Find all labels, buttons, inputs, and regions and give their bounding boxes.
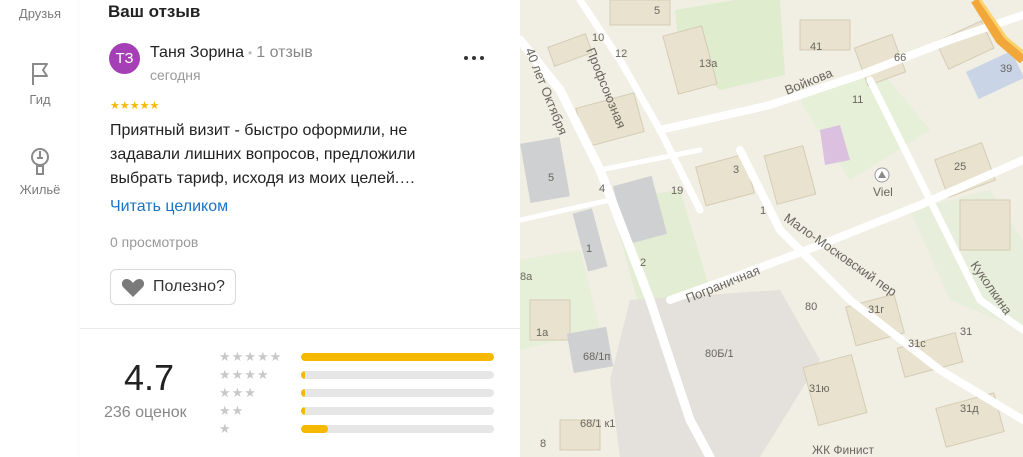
- rating-distribution-row: ★: [219, 421, 499, 439]
- distribution-bar-fill: [301, 371, 305, 379]
- dot-icon: [472, 56, 476, 60]
- rating-distribution-row: ★★: [219, 403, 499, 421]
- map-number-label: 5: [548, 172, 554, 184]
- divider: [80, 328, 520, 329]
- distribution-bar-fill: [301, 353, 494, 361]
- rating-distribution-row: ★★★: [219, 385, 499, 403]
- map-number-label: 12: [615, 48, 627, 60]
- map-number-label: 31: [960, 326, 972, 338]
- author-line: Таня Зорина • 1 отзыв: [150, 44, 313, 62]
- author-name[interactable]: Таня Зорина: [150, 44, 244, 61]
- nav-friends-label: Друзья: [18, 6, 62, 21]
- map-number-label: 25: [954, 161, 966, 173]
- map-number-label: 31д: [960, 403, 979, 415]
- distribution-stars: ★: [219, 421, 232, 436]
- map-number-label: 31ю: [809, 383, 830, 395]
- distribution-stars: ★★: [219, 403, 245, 418]
- review-text: Приятный визит - быстро оформили, не зад…: [110, 119, 490, 191]
- map-number-label: 31с: [908, 338, 926, 350]
- distribution-stars: ★★★★: [219, 367, 270, 382]
- distribution-stars: ★★★★★: [219, 349, 283, 364]
- useful-label: Полезно?: [153, 278, 225, 295]
- review-panel: Ваш отзыв ТЗ Таня Зорина • 1 отзыв сегодня…: [80, 0, 521, 457]
- dot-icon: [464, 56, 468, 60]
- poi-label[interactable]: Viel: [873, 185, 893, 199]
- nav-housing[interactable]: Жильё: [0, 146, 80, 197]
- author-review-count: 1 отзыв: [256, 44, 313, 61]
- separator-dot: •: [248, 46, 253, 60]
- map-number-label: 13а: [699, 58, 718, 70]
- rating-count: 236 оценок: [104, 404, 187, 421]
- left-nav-rail: Друзья Гид Жильё: [0, 0, 81, 457]
- distribution-bar: [301, 407, 494, 415]
- map-number-label: 41: [810, 41, 822, 53]
- map-number-label: 1: [586, 243, 592, 255]
- map-number-label: 39: [1000, 63, 1012, 75]
- map-view[interactable]: Профсоюзная 40 лет Октября Войкова Погра…: [520, 0, 1023, 457]
- map-number-label: 11: [852, 94, 863, 106]
- review-date: сегодня: [150, 67, 201, 83]
- useful-button[interactable]: Полезно?: [110, 269, 236, 305]
- flag-icon: [32, 63, 48, 85]
- review-text-line: Приятный визит - быстро оформили, не: [110, 122, 408, 139]
- distribution-bar-fill: [301, 407, 305, 415]
- rating-distribution-row: ★★★★: [219, 367, 499, 385]
- review-text-line: выбрать тариф, исходя из моих целей.…: [110, 170, 416, 187]
- map-canvas[interactable]: Профсоюзная 40 лет Октября Войкова Погра…: [520, 0, 1023, 457]
- housing-icon: [31, 148, 49, 175]
- map-number-label: 80Б/1: [705, 348, 734, 360]
- map-number-label: 68/1п: [583, 351, 610, 363]
- nav-guide-label: Гид: [29, 92, 51, 107]
- map-number-label: 31г: [868, 304, 884, 316]
- rating-value: 4.7: [124, 357, 175, 398]
- map-number-label: 66: [894, 52, 906, 64]
- map-number-label: 2: [640, 257, 646, 269]
- map-number-label: 19: [671, 185, 683, 197]
- distribution-bar: [301, 371, 494, 379]
- map-number-label: 1а: [536, 327, 549, 339]
- nav-guide[interactable]: Гид: [0, 60, 80, 107]
- map-number-label: 8: [540, 438, 546, 450]
- map-number-label: 80: [805, 301, 817, 313]
- distribution-bar: [301, 353, 494, 361]
- poi-label[interactable]: ЖК Финист: [812, 443, 875, 457]
- map-number-label: 5: [654, 5, 660, 17]
- distribution-bar-fill: [301, 425, 329, 433]
- map-number-label: 10: [592, 32, 604, 44]
- distribution-bar-fill: [301, 389, 305, 397]
- map-number-label: 68/1 к1: [580, 418, 615, 430]
- rating-distribution-row: ★★★★★: [219, 349, 499, 367]
- nav-friends[interactable]: Друзья: [0, 6, 80, 21]
- review-stars: ★★★★★: [110, 100, 160, 112]
- map-number-label: 8а: [520, 271, 533, 283]
- distribution-bar: [301, 425, 494, 433]
- more-options-button[interactable]: [464, 50, 488, 66]
- avatar[interactable]: ТЗ: [109, 43, 140, 74]
- map-number-label: 1: [760, 205, 766, 217]
- read-more-link[interactable]: Читать целиком: [110, 198, 228, 216]
- distribution-stars: ★★★: [219, 385, 257, 400]
- map-number-label: 4: [599, 183, 605, 195]
- dot-icon: [480, 56, 484, 60]
- heart-icon: [121, 279, 145, 297]
- views-count: 0 просмотров: [110, 234, 199, 250]
- section-title: Ваш отзыв: [108, 2, 201, 21]
- map-number-label: 3: [733, 164, 739, 176]
- nav-housing-label: Жильё: [19, 182, 61, 197]
- distribution-bar: [301, 389, 494, 397]
- review-text-line: задавали лишних вопросов, предложили: [110, 146, 416, 163]
